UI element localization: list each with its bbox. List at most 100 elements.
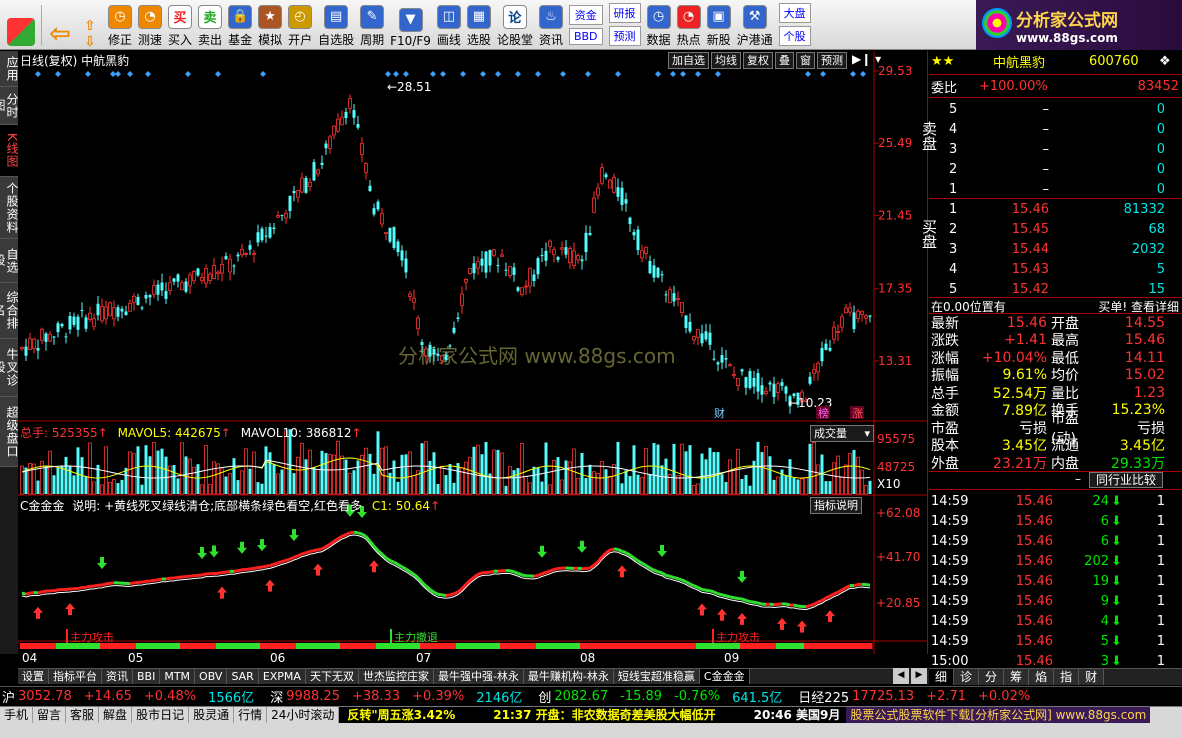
right-tab-5[interactable]: 指: [1054, 669, 1080, 685]
chart-btn-2[interactable]: 复权: [743, 52, 773, 69]
indicator-tab-3[interactable]: BBI: [133, 669, 161, 684]
volume-bar: [580, 452, 584, 494]
indicator-tab-4[interactable]: MTM: [160, 669, 196, 684]
hammer-button[interactable]: ★ 模拟: [255, 2, 285, 48]
industry-compare-button[interactable]: 同行业比较: [1089, 472, 1163, 488]
right-tab-4[interactable]: 焰: [1029, 669, 1055, 685]
indicator-help-button[interactable]: 指标说明: [810, 497, 862, 514]
gegu-button[interactable]: 个股: [778, 26, 811, 46]
event-marker[interactable]: 财: [714, 406, 725, 420]
kline-chart-panel[interactable]: 29.53 25.49 21.45 17.35 13.31 分析家公式网 www.88gs…: [18, 51, 928, 665]
pen-icon: ◫: [436, 4, 461, 29]
pen-button[interactable]: ◫ 画线: [434, 2, 464, 48]
sell-button[interactable]: 卖卖出: [195, 2, 225, 48]
status-item-7[interactable]: 24小时滚动: [267, 707, 340, 723]
status-item-5[interactable]: 股灵通: [189, 707, 235, 723]
indicator-trend-segment: [309, 549, 315, 553]
indicator-tab-1[interactable]: 指标平台: [49, 669, 102, 684]
clock-button[interactable]: ◔ 测速: [135, 2, 165, 48]
candle-body: [36, 347, 40, 351]
status-item-4[interactable]: 股市日记: [132, 707, 190, 723]
kline-chart-svg[interactable]: 29.53 25.49 21.45 17.35 13.31 分析家公式网 www.88gs…: [18, 51, 928, 668]
indicator-trend-segment: [633, 556, 639, 563]
volume-bar: [712, 452, 716, 494]
back-button[interactable]: ⇦: [45, 2, 75, 49]
chart-btn-5[interactable]: 预测: [817, 52, 847, 69]
bbd-button[interactable]: BBD: [568, 27, 603, 45]
status-news-1[interactable]: 反转"周五涨3.42%: [339, 707, 464, 723]
indicator-tab-2[interactable]: 资讯: [102, 669, 133, 684]
indicator-tab-13[interactable]: C金金金: [699, 669, 750, 684]
chart-nav-icon[interactable]: ▶❙ ▾: [852, 52, 881, 68]
chart-btn-1[interactable]: 均线: [711, 52, 741, 69]
indicator-tab-5[interactable]: OBV: [195, 669, 228, 684]
candle-body: [624, 199, 628, 204]
newstock-button[interactable]: ▣ 新股: [704, 2, 734, 48]
volume-dropdown[interactable]: 成交量 ▾: [810, 425, 874, 442]
right-tab-1[interactable]: 诊: [954, 669, 980, 685]
left-tab-4[interactable]: 自选股: [0, 239, 19, 283]
chart-btn-0[interactable]: 加自选: [668, 52, 709, 69]
lock-button[interactable]: ◴ 开户: [285, 2, 315, 48]
indicator-tab-12[interactable]: 短线宝超准稳赢: [613, 669, 700, 684]
right-tab-0[interactable]: 细: [929, 669, 955, 685]
event-marker[interactable]: 涨: [852, 407, 863, 420]
left-tab-3[interactable]: 个股资料: [0, 177, 19, 239]
indicator-tab-11[interactable]: 最牛赚机构-林永: [523, 669, 614, 684]
status-ad[interactable]: 股票公式股票软件下载[分析家公式网] www.88gs.com: [846, 707, 1151, 723]
left-tab-5[interactable]: 综合排名: [0, 283, 19, 339]
pe-button[interactable]: ◷ 数据: [644, 2, 674, 48]
indicator-tab-0[interactable]: 设置: [18, 669, 49, 684]
left-tab-7[interactable]: 超级盘口: [0, 397, 19, 467]
status-item-3[interactable]: 解盘: [99, 707, 133, 723]
diamond-marker: [145, 71, 151, 77]
chart-header-buttons: 加自选 均线 复权叠窗预测: [668, 52, 847, 69]
chart-btn-4[interactable]: 窗: [796, 52, 815, 69]
news-button[interactable]: ♨ 资讯: [536, 2, 566, 48]
left-tab-1[interactable]: 分时图: [0, 87, 19, 125]
zijin-button[interactable]: 资金: [568, 4, 603, 25]
status-item-1[interactable]: 留言: [33, 707, 67, 723]
dapan-button[interactable]: 大盘: [778, 3, 811, 23]
fund-button[interactable]: 🔒 基金: [225, 2, 255, 48]
yanbao-button[interactable]: 研报: [608, 3, 641, 23]
left-tab-0[interactable]: 应用: [0, 51, 19, 87]
status-item-0[interactable]: 手机: [0, 707, 34, 723]
right-tab-3[interactable]: 筹: [1004, 669, 1030, 685]
yuce-button[interactable]: 预测: [608, 26, 641, 46]
undo-button[interactable]: ◷ 修正: [105, 2, 135, 48]
right-tab-2[interactable]: 分: [979, 669, 1005, 685]
up-down-button[interactable]: ⇧ ⇩: [75, 2, 105, 50]
forum-button[interactable]: 论论股堂: [494, 2, 536, 48]
toolbar-label: 修正: [108, 32, 133, 47]
f10-button[interactable]: ▼ F10/F9: [387, 2, 434, 48]
candle-body: [476, 261, 480, 269]
windows-button[interactable]: [4, 2, 38, 48]
left-tab-6[interactable]: 牛叉诊股: [0, 339, 19, 397]
scroll-left-icon[interactable]: ◀: [893, 668, 909, 684]
filter-button[interactable]: ▦ 选股: [464, 2, 494, 48]
indicator-tab-8[interactable]: 天下无双: [305, 669, 359, 684]
status-item-2[interactable]: 客服: [66, 707, 100, 723]
status-news-3[interactable]: 20:46 美国9月: [723, 707, 847, 723]
candle-body: [104, 306, 108, 320]
buy-button[interactable]: 买买入: [165, 2, 195, 48]
collapse-icon[interactable]: –: [1075, 472, 1081, 486]
status-news-2[interactable]: 21:37 开盘：非农数据奇差美股大幅低开: [463, 707, 724, 723]
chart-btn-3[interactable]: 叠: [775, 52, 794, 69]
scroll-right-icon[interactable]: ▶: [911, 668, 927, 684]
period-button[interactable]: ✎ 周期: [357, 2, 387, 48]
indicator-tab-9[interactable]: 世杰监控庄家: [358, 669, 434, 684]
hot-button[interactable]: ◔ 热点: [674, 2, 704, 48]
indicator-tab-6[interactable]: SAR: [227, 669, 259, 684]
event-marker[interactable]: 榜: [818, 406, 829, 420]
candle-body: [268, 227, 272, 238]
hkex-button[interactable]: ⚒ 沪港通: [734, 2, 776, 48]
indicator-tab-10[interactable]: 最牛强中强-林永: [433, 669, 524, 684]
star-button[interactable]: ▤ 自选股: [315, 2, 357, 48]
right-tab-6[interactable]: 财: [1079, 669, 1105, 685]
left-tab-2[interactable]: K线图: [0, 125, 19, 177]
indicator-tab-7[interactable]: EXPMA: [258, 669, 306, 684]
status-item-6[interactable]: 行情: [234, 707, 268, 723]
volume-bar: [604, 469, 608, 494]
